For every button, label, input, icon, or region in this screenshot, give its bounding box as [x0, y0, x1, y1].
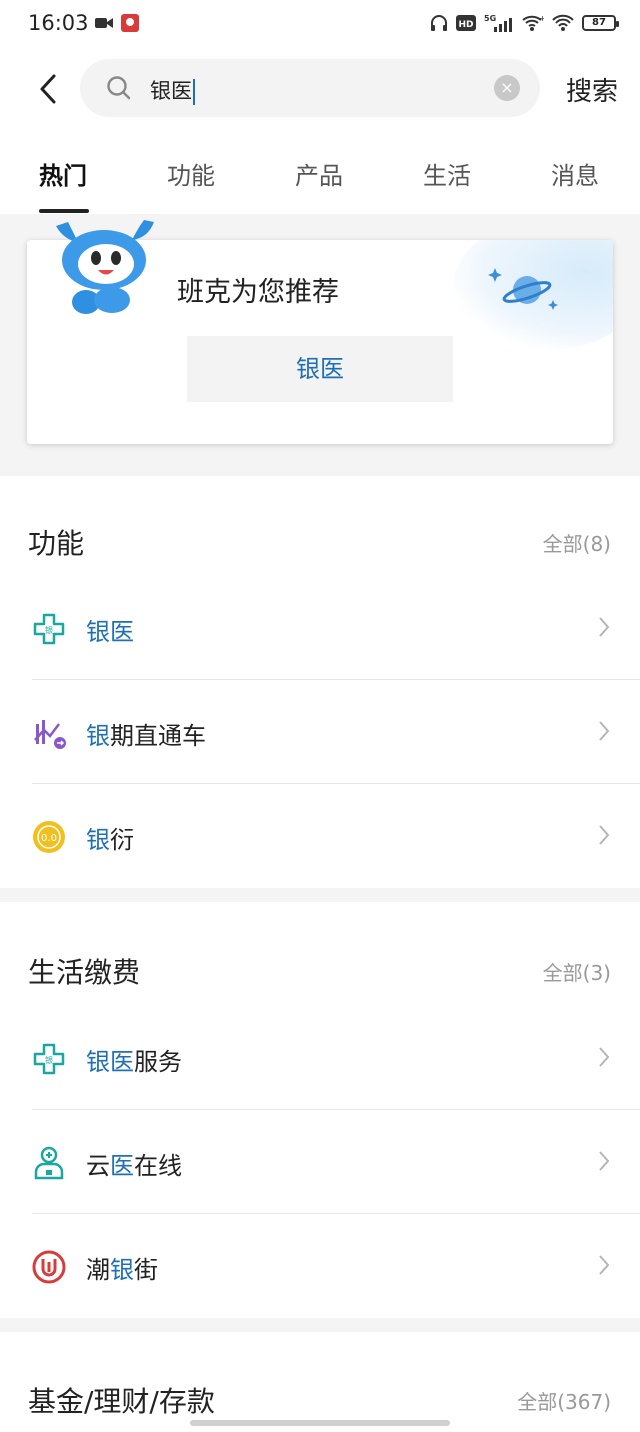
label-highlight: 银 — [86, 826, 110, 854]
label-highlight: 医 — [110, 1152, 134, 1180]
recommendation-chip[interactable]: 银医 — [187, 336, 453, 402]
status-bar: 16:03 HD 5G + 87 — [0, 0, 640, 48]
tab-bar: 热门 功能 产品 生活 消息 — [0, 150, 640, 214]
gold-coin-icon: 0.0 — [33, 821, 65, 853]
search-row: 银医 × 搜索 — [0, 58, 640, 118]
function-item-label: 银期直通车 — [86, 716, 206, 751]
tab-functions[interactable]: 功能 — [167, 156, 215, 191]
function-item-label: 银衍 — [86, 820, 134, 855]
svg-text:+: + — [539, 14, 544, 23]
funds-title: 基金/理财/存款 — [28, 1385, 215, 1418]
text-cursor — [193, 79, 195, 105]
hospital-cross-icon: 银 — [33, 1043, 65, 1075]
battery-icon: 87 — [582, 15, 619, 31]
back-arrow-icon[interactable] — [36, 72, 62, 106]
headphones-icon — [431, 15, 447, 31]
label-rest: 衍 — [110, 826, 134, 854]
tab-messages[interactable]: 消息 — [551, 156, 599, 191]
signal-5g-icon: 5G — [484, 14, 512, 32]
wifi-plus-icon: + — [522, 14, 544, 31]
search-button[interactable]: 搜索 — [566, 71, 618, 108]
futures-chart-icon — [34, 720, 66, 749]
label-rest: 期直通车 — [110, 722, 206, 750]
svg-text:5G: 5G — [484, 14, 496, 23]
funds-all-link[interactable]: 全部(367) — [517, 1386, 611, 1415]
life-item-label: 云医在线 — [86, 1146, 182, 1181]
functions-header: 功能 全部(8) — [0, 504, 640, 574]
chevron-right-icon — [599, 1047, 610, 1067]
label-rest: 服务 — [134, 1048, 182, 1076]
life-item-yinyi-service[interactable]: 银 银医服务 — [0, 1006, 640, 1110]
life-header: 生活缴费 全部(3) — [0, 933, 640, 1003]
chevron-right-icon — [599, 1255, 610, 1275]
search-query-text: 银医 — [150, 75, 195, 105]
wifi-icon — [552, 14, 574, 31]
search-icon — [107, 76, 131, 100]
search-input[interactable]: 银医 × — [80, 59, 540, 117]
tab-active-indicator — [39, 209, 89, 213]
home-indicator[interactable] — [190, 1420, 450, 1426]
hospital-cross-icon: 银 — [33, 613, 65, 645]
status-right: HD 5G + 87 — [430, 13, 619, 33]
function-item-futures-express[interactable]: 银期直通车 — [0, 680, 640, 784]
chevron-right-icon — [599, 721, 610, 741]
chevron-right-icon — [599, 617, 610, 637]
status-left-icons — [95, 14, 139, 32]
svg-text:HD: HD — [458, 20, 473, 30]
life-item-label: 潮银街 — [86, 1250, 158, 1285]
functions-all-link[interactable]: 全部(8) — [543, 528, 611, 557]
label-highlight: 银医 — [86, 618, 134, 646]
function-item-label: 银医 — [86, 612, 134, 647]
label-prefix: 云 — [86, 1152, 110, 1180]
life-item-label: 银医服务 — [86, 1042, 182, 1077]
life-all-link[interactable]: 全部(3) — [543, 957, 611, 986]
tab-hot[interactable]: 热门 — [39, 156, 87, 191]
function-item-yinyan[interactable]: 0.0 银衍 — [0, 784, 640, 888]
video-icon — [95, 18, 113, 28]
function-item-yinyi[interactable]: 银 银医 — [0, 576, 640, 680]
svg-text:0.0: 0.0 — [41, 833, 57, 844]
hd-icon: HD — [456, 15, 476, 31]
functions-title: 功能 — [28, 527, 85, 560]
mascot-icon — [56, 220, 154, 314]
svg-text:银: 银 — [45, 1055, 53, 1065]
section-gap — [0, 888, 640, 902]
chaoyin-logo-icon — [32, 1250, 66, 1284]
tab-products[interactable]: 产品 — [295, 156, 343, 191]
life-item-chaoyin-street[interactable]: 潮银街 — [0, 1214, 640, 1318]
clear-icon[interactable]: × — [494, 75, 520, 101]
status-time: 16:03 — [28, 11, 89, 35]
label-prefix: 潮 — [86, 1256, 110, 1284]
chevron-right-icon — [599, 1151, 610, 1171]
svg-text:银: 银 — [45, 625, 53, 635]
label-rest: 街 — [134, 1256, 158, 1284]
recommendation-title: 班克为您推荐 — [177, 277, 339, 308]
planet-icon — [488, 268, 558, 310]
tab-life[interactable]: 生活 — [423, 156, 471, 191]
label-highlight: 银 — [110, 1256, 134, 1284]
label-highlight: 银医 — [86, 1048, 134, 1076]
app-notification-icon — [121, 14, 139, 32]
section-gap — [0, 1318, 640, 1332]
chevron-right-icon — [599, 825, 610, 845]
label-rest: 在线 — [134, 1152, 182, 1180]
life-item-cloud-doctor[interactable]: 云医在线 — [0, 1110, 640, 1214]
search-query-value: 银医 — [150, 79, 192, 103]
label-highlight: 银 — [86, 722, 110, 750]
life-title: 生活缴费 — [28, 956, 141, 989]
doctor-icon — [34, 1146, 64, 1180]
